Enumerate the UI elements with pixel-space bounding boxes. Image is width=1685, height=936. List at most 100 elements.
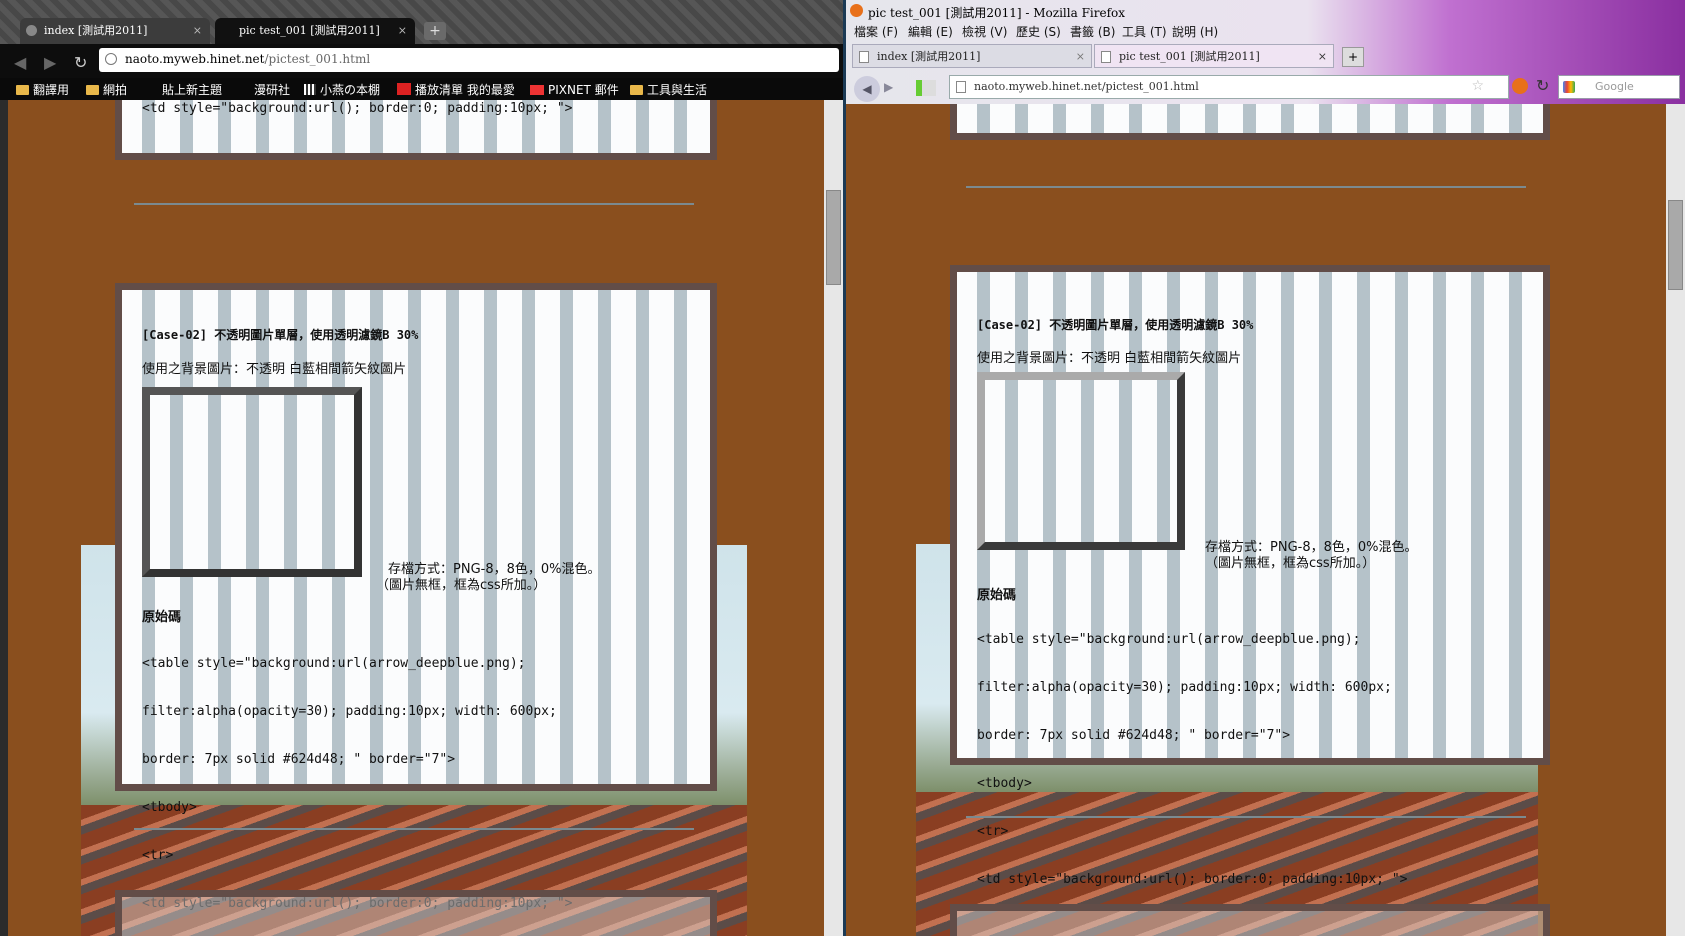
bookmark-item[interactable]: 網拍 [86, 81, 127, 98]
folder-icon [630, 85, 643, 95]
code-line: border: 7px solid #624d48; " border="7"> [142, 752, 456, 767]
new-tab-button[interactable]: + [1342, 47, 1364, 67]
mail-icon [530, 85, 544, 95]
menu-help[interactable]: 說明 (H) [1172, 23, 1218, 40]
menu-bookmarks[interactable]: 書籤 (B) [1070, 23, 1115, 40]
bookmarks-bar: 翻譯用 網拍 貼上新主題 漫研社 小燕の本棚 播放清單 我的最愛 PIXNET … [0, 78, 843, 100]
code-line: border: 7px solid #624d48; " border="7"> [977, 728, 1291, 743]
previous-case-panel [950, 104, 1550, 140]
google-icon [1563, 81, 1575, 93]
menu-edit[interactable]: 編輯 (E) [908, 23, 953, 40]
code-line: filter:alpha(opacity=30); padding:10px; … [977, 680, 1392, 695]
back-arrow-icon[interactable]: ◀ [854, 76, 880, 102]
vertical-scrollbar[interactable] [1666, 104, 1685, 936]
page-icon [956, 81, 966, 93]
chrome-window: index [測試用2011] × pic test_001 [測試用2011]… [0, 0, 843, 936]
previous-case-panel: <td style="background:url(); border:0; p… [115, 100, 717, 160]
case-02-panel: [Case-02] 不透明圖片單層，使用透明濾鏡B 30% 使用之背景圖片：不透… [950, 265, 1550, 887]
chrome-page-viewport: <td style="background:url(); border:0; p… [8, 100, 824, 936]
menu-history[interactable]: 歷史 (S) [1016, 23, 1061, 40]
code-line: <table style="background:url(arrow_deepb… [142, 656, 526, 671]
scrollbar-thumb[interactable] [826, 190, 841, 285]
firefox-tab-index[interactable]: index [測試用2011] × [852, 44, 1092, 68]
globe-icon [105, 53, 117, 65]
tab-label: index [測試用2011] [44, 24, 148, 37]
folder-icon [86, 85, 99, 95]
divider [966, 186, 1526, 188]
tab-label: pic test_001 [測試用2011] [239, 24, 380, 37]
code-line: <table style="background:url(arrow_deepb… [977, 632, 1361, 647]
firefox-window: pic test_001 [測試用2011] - Mozilla Firefox… [846, 0, 1685, 936]
chrome-tab-pictest[interactable]: pic test_001 [測試用2011] × [215, 18, 415, 44]
bookmark-item[interactable]: 小燕の本棚 [304, 81, 380, 98]
chrome-tab-strip: index [測試用2011] × pic test_001 [測試用2011]… [0, 0, 843, 44]
vertical-scrollbar[interactable] [824, 100, 843, 936]
next-case-panel [115, 890, 717, 936]
chrome-tab-index[interactable]: index [測試用2011] × [20, 18, 210, 44]
source-heading: 原始碼 [142, 610, 182, 625]
divider [134, 203, 694, 205]
source-code: <table style="background:url(arrow_deepb… [977, 600, 1407, 920]
window-title: pic test_001 [測試用2011] - Mozilla Firefox [868, 6, 1126, 20]
sample-image-box [142, 387, 362, 577]
code-line: <tr> [142, 848, 174, 863]
firefox-tab-pictest[interactable]: pic test_001 [測試用2011] × [1094, 44, 1334, 68]
tab-label: index [測試用2011] [877, 50, 981, 63]
bookmark-item[interactable]: 工具與生活 [630, 81, 707, 98]
scrollbar-thumb[interactable] [1668, 200, 1683, 290]
search-box[interactable]: Google [1558, 75, 1680, 99]
close-tab-icon[interactable]: × [1076, 45, 1085, 69]
folder-icon [16, 85, 29, 95]
reload-icon[interactable]: ↻ [74, 53, 87, 72]
bg-description: 使用之背景圖片：不透明 白藍相間箭矢紋圖片 [142, 362, 407, 377]
youtube-icon [397, 83, 411, 95]
code-line: <td style="background:url(); border:0; p… [977, 872, 1408, 887]
page-icon [1101, 51, 1111, 63]
menu-tools[interactable]: 工具 (T) [1122, 23, 1167, 40]
code-line: <td style="background:url(); border:0; p… [142, 101, 573, 116]
back-arrow-icon[interactable]: ◀ [14, 53, 26, 72]
tab-label: pic test_001 [測試用2011] [1119, 50, 1260, 63]
signal-icon [916, 80, 936, 96]
divider [966, 816, 1526, 818]
address-bar[interactable]: naoto.myweb.hinet.net/pictest_001.html [99, 48, 839, 72]
sample-image-box [977, 372, 1185, 550]
forward-arrow-icon[interactable]: ▶ [884, 80, 893, 94]
case-02-panel: [Case-02] 不透明圖片單層，使用透明濾鏡B 30% 使用之背景圖片：不透… [115, 283, 717, 911]
forward-arrow-icon[interactable]: ▶ [44, 53, 56, 72]
page-icon [859, 51, 869, 63]
bookmark-item[interactable]: PIXNET 郵件 [530, 81, 619, 98]
code-line: <tbody> [977, 776, 1032, 791]
case-title: [Case-02] 不透明圖片單層，使用透明濾鏡B 30% [977, 318, 1254, 332]
case-title: [Case-02] 不透明圖片單層，使用透明濾鏡B 30% [142, 328, 419, 342]
next-case-panel [950, 904, 1550, 936]
addon-icon[interactable] [1512, 78, 1528, 94]
search-placeholder: Google [1595, 80, 1634, 93]
bookmark-item[interactable]: 貼上新主題 [162, 81, 222, 98]
reload-icon[interactable]: ↻ [1536, 76, 1549, 95]
bg-description: 使用之背景圖片：不透明 白藍相間箭矢紋圖片 [977, 351, 1242, 366]
close-tab-icon[interactable]: × [1318, 45, 1327, 69]
close-tab-icon[interactable]: × [398, 18, 407, 44]
bookmark-item[interactable]: 漫研社 [254, 81, 290, 98]
menu-view[interactable]: 檢視 (V) [962, 23, 1007, 40]
page-favicon-icon [26, 25, 37, 36]
code-line: <tr> [977, 824, 1009, 839]
code-line: filter:alpha(opacity=30); padding:10px; … [142, 704, 557, 719]
close-tab-icon[interactable]: × [193, 18, 202, 44]
new-tab-button[interactable]: + [424, 22, 446, 40]
url-path: /pictest_001.html [264, 52, 371, 66]
url-host: naoto.myweb.hinet.net [125, 52, 265, 66]
code-line: <tbody> [142, 800, 197, 815]
bookmark-item[interactable]: 翻譯用 [16, 81, 69, 98]
bookmark-item[interactable]: 播放清單 我的最愛 [397, 81, 515, 98]
star-icon[interactable]: ☆ [1471, 78, 1484, 94]
url-text: naoto.myweb.hinet.net/pictest_001.html [974, 80, 1199, 93]
address-bar[interactable]: naoto.myweb.hinet.net/pictest_001.html ☆ [949, 75, 1509, 99]
firefox-page-viewport: [Case-02] 不透明圖片單層，使用透明濾鏡B 30% 使用之背景圖片：不透… [846, 104, 1666, 936]
divider [134, 828, 694, 830]
bookshelf-icon [304, 84, 316, 95]
save-note-2: （圖片無框，框為css所加。） [376, 578, 547, 593]
save-note-2: （圖片無框，框為css所加。） [1205, 556, 1376, 571]
menu-file[interactable]: 檔案 (F) [854, 23, 898, 40]
